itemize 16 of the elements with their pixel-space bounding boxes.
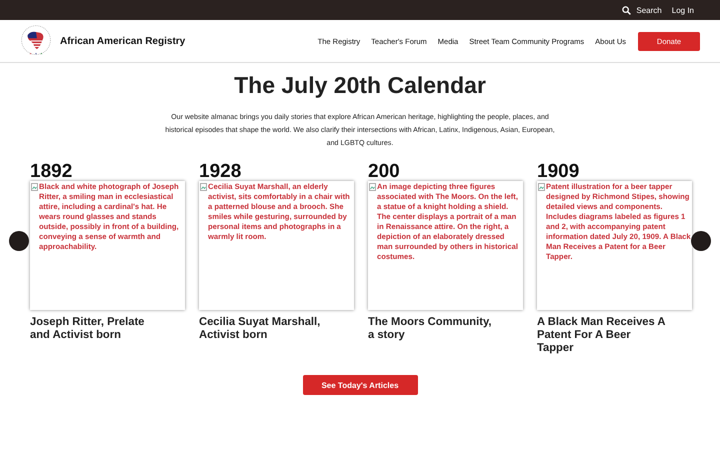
year-label: 200 (368, 162, 401, 181)
page-title: The July 20th Calendar (233, 72, 487, 99)
story-title[interactable]: Joseph Ritter, Prelate and Activist born (30, 316, 160, 342)
previous-button[interactable] (9, 231, 29, 251)
search-icon[interactable] (622, 6, 632, 14)
next-button[interactable] (691, 231, 711, 251)
site-name[interactable]: African American Registry (60, 36, 186, 46)
story-title[interactable]: The Moors Community, a story (368, 316, 498, 342)
year-label: 1928 (199, 162, 242, 181)
articles-button[interactable]: See Today's Articles (302, 375, 418, 395)
search-link[interactable]: Search (622, 6, 662, 14)
story-title[interactable]: Cecilia Suyat Marshall, Activist born (199, 316, 329, 342)
year-label: 1909 (537, 162, 580, 181)
year-label: 1892 (30, 162, 74, 181)
login-link[interactable]: Log In (672, 6, 694, 14)
story-title[interactable]: A Black Man Receives A Patent For A Beer Tapper (537, 316, 667, 355)
